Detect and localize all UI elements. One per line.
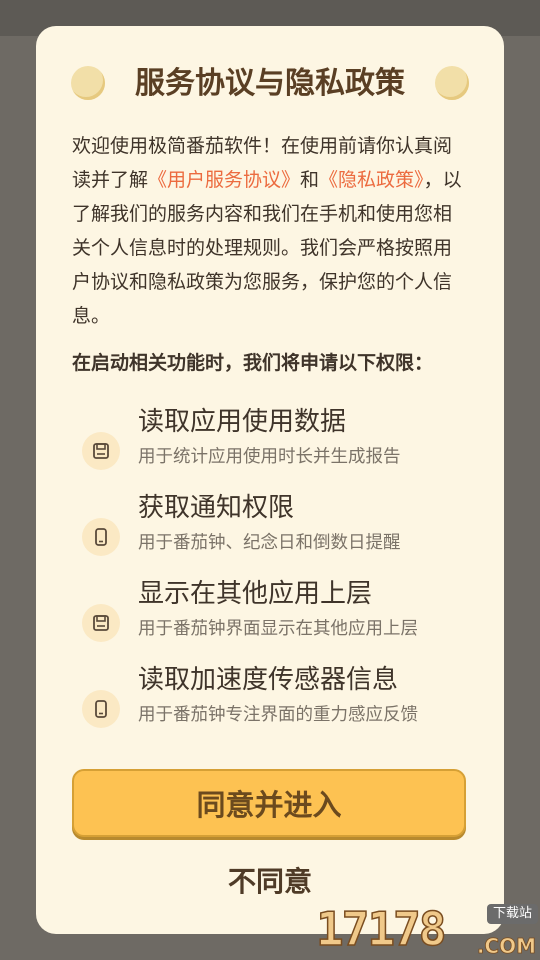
- save-icon: [82, 604, 120, 642]
- intro-and: 和: [300, 169, 320, 191]
- permission-item-accelerometer: 读取加速度传感器信息 用于番茄钟专注界面的重力感应反馈: [82, 662, 492, 748]
- phone-icon: [82, 518, 120, 556]
- permission-title: 显示在其他应用上层: [138, 579, 373, 609]
- decline-button[interactable]: 不同意: [170, 858, 370, 902]
- agree-and-enter-button[interactable]: 同意并进入: [72, 769, 466, 837]
- permission-item-notification: 获取通知权限 用于番茄钟、纪念日和倒数日提醒: [82, 490, 492, 576]
- permissions-list: 读取应用使用数据 用于统计应用使用时长并生成报告 获取通知权限 用于番茄钟、纪念…: [82, 404, 492, 748]
- watermark-suffix: .COM: [476, 934, 536, 959]
- permission-desc: 用于番茄钟专注界面的重力感应反馈: [138, 705, 418, 725]
- permission-desc: 用于番茄钟界面显示在其他应用上层: [138, 619, 418, 639]
- permission-title: 获取通知权限: [138, 493, 295, 523]
- permissions-heading: 在启动相关功能时，我们将申请以下权限：: [72, 352, 434, 374]
- permission-item-overlay: 显示在其他应用上层 用于番茄钟界面显示在其他应用上层: [82, 576, 492, 662]
- decor-coin-icon: [435, 66, 469, 100]
- permission-desc: 用于统计应用使用时长并生成报告: [138, 447, 401, 467]
- permission-item-usage-data: 读取应用使用数据 用于统计应用使用时长并生成报告: [82, 404, 492, 490]
- watermark-number: 17178: [315, 901, 447, 957]
- privacy-dialog: 服务协议与隐私政策 欢迎使用极简番茄软件！在使用前请你认真阅读并了解《用户服务协…: [36, 26, 504, 934]
- dialog-title: 服务协议与隐私政策: [135, 66, 405, 101]
- phone-icon: [82, 690, 120, 728]
- dialog-header: 服务协议与隐私政策: [36, 64, 504, 108]
- privacy-policy-link[interactable]: 《隐私政策》: [319, 169, 424, 191]
- watermark-badge: 下载站: [486, 904, 538, 924]
- user-service-agreement-link[interactable]: 《用户服务协议》: [148, 169, 300, 191]
- intro-text: 欢迎使用极简番茄软件！在使用前请你认真阅读并了解《用户服务协议》和《隐私政策》，…: [72, 129, 468, 333]
- permission-title: 读取加速度传感器信息: [138, 665, 399, 695]
- permission-title: 读取应用使用数据: [138, 407, 347, 437]
- watermark-logo: 17178 下载站 .COM: [315, 898, 540, 960]
- permission-desc: 用于番茄钟、纪念日和倒数日提醒: [138, 533, 401, 553]
- save-icon: [82, 432, 120, 470]
- intro-text-part2: ，以了解我们的服务内容和我们在手机和使用您相关个人信息时的处理规则。我们会严格按…: [72, 169, 462, 327]
